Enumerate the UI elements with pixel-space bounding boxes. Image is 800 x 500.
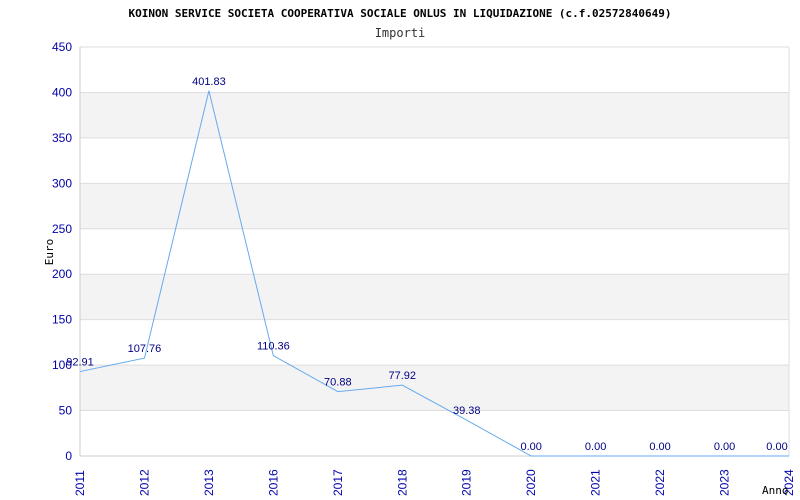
y-tick-label: 50 [59, 404, 73, 418]
grid-band [80, 274, 789, 320]
x-tick-label: 2016 [266, 469, 280, 496]
data-label: 0.00 [766, 441, 787, 453]
x-tick-label: 2020 [524, 469, 538, 496]
y-axis-label: Euro [43, 239, 56, 266]
data-label: 401.83 [192, 76, 226, 88]
grid-band [80, 137, 789, 184]
y-tick-label: 150 [52, 313, 72, 327]
x-tick-label: 2023 [718, 469, 732, 496]
chart-subtitle: Importi [375, 26, 426, 40]
y-tick-label: 400 [52, 85, 72, 99]
y-tick-label: 300 [52, 176, 72, 190]
data-label: 70.88 [324, 377, 352, 389]
grid-band [80, 47, 789, 93]
data-label: 107.76 [128, 343, 162, 355]
grid-band [80, 410, 789, 456]
x-tick-label: 2017 [331, 469, 345, 496]
y-tick-label: 350 [52, 131, 72, 145]
x-tick-label: 2013 [202, 469, 216, 496]
x-tick-label: 2022 [653, 469, 667, 496]
data-label: 77.92 [389, 370, 417, 382]
y-tick-label: 0 [65, 449, 72, 463]
data-label: 0.00 [585, 441, 606, 453]
x-tick-label: 2011 [73, 470, 87, 496]
x-tick-label: 2021 [589, 469, 603, 496]
data-label: 92.91 [66, 357, 94, 369]
line-chart: KOINON SERVICE SOCIETA COOPERATIVA SOCIA… [43, 7, 796, 497]
grid-band [80, 92, 789, 138]
grid-band [80, 365, 789, 411]
data-label: 39.38 [453, 405, 481, 417]
data-label: 0.00 [714, 441, 735, 453]
chart-title: KOINON SERVICE SOCIETA COOPERATIVA SOCIA… [128, 7, 671, 20]
plot-background [80, 47, 789, 456]
data-label: 0.00 [520, 441, 541, 453]
grid-band [80, 319, 789, 366]
data-label: 0.00 [649, 441, 670, 453]
x-tick-label: 2018 [395, 469, 409, 496]
y-tick-label: 250 [52, 222, 72, 236]
x-tick-labels: 2011 2012 2013 2016 2017 2018 2019 2020 2021 2022… [73, 469, 796, 496]
y-tick-label: 450 [52, 40, 72, 54]
grid-band [80, 228, 789, 275]
x-tick-label: 2019 [460, 469, 474, 496]
y-tick-label: 200 [52, 267, 72, 281]
grid-band [80, 183, 789, 229]
data-label: 110.36 [257, 341, 290, 353]
x-axis-label: Anno [762, 484, 789, 497]
x-tick-label: 2012 [137, 469, 151, 496]
